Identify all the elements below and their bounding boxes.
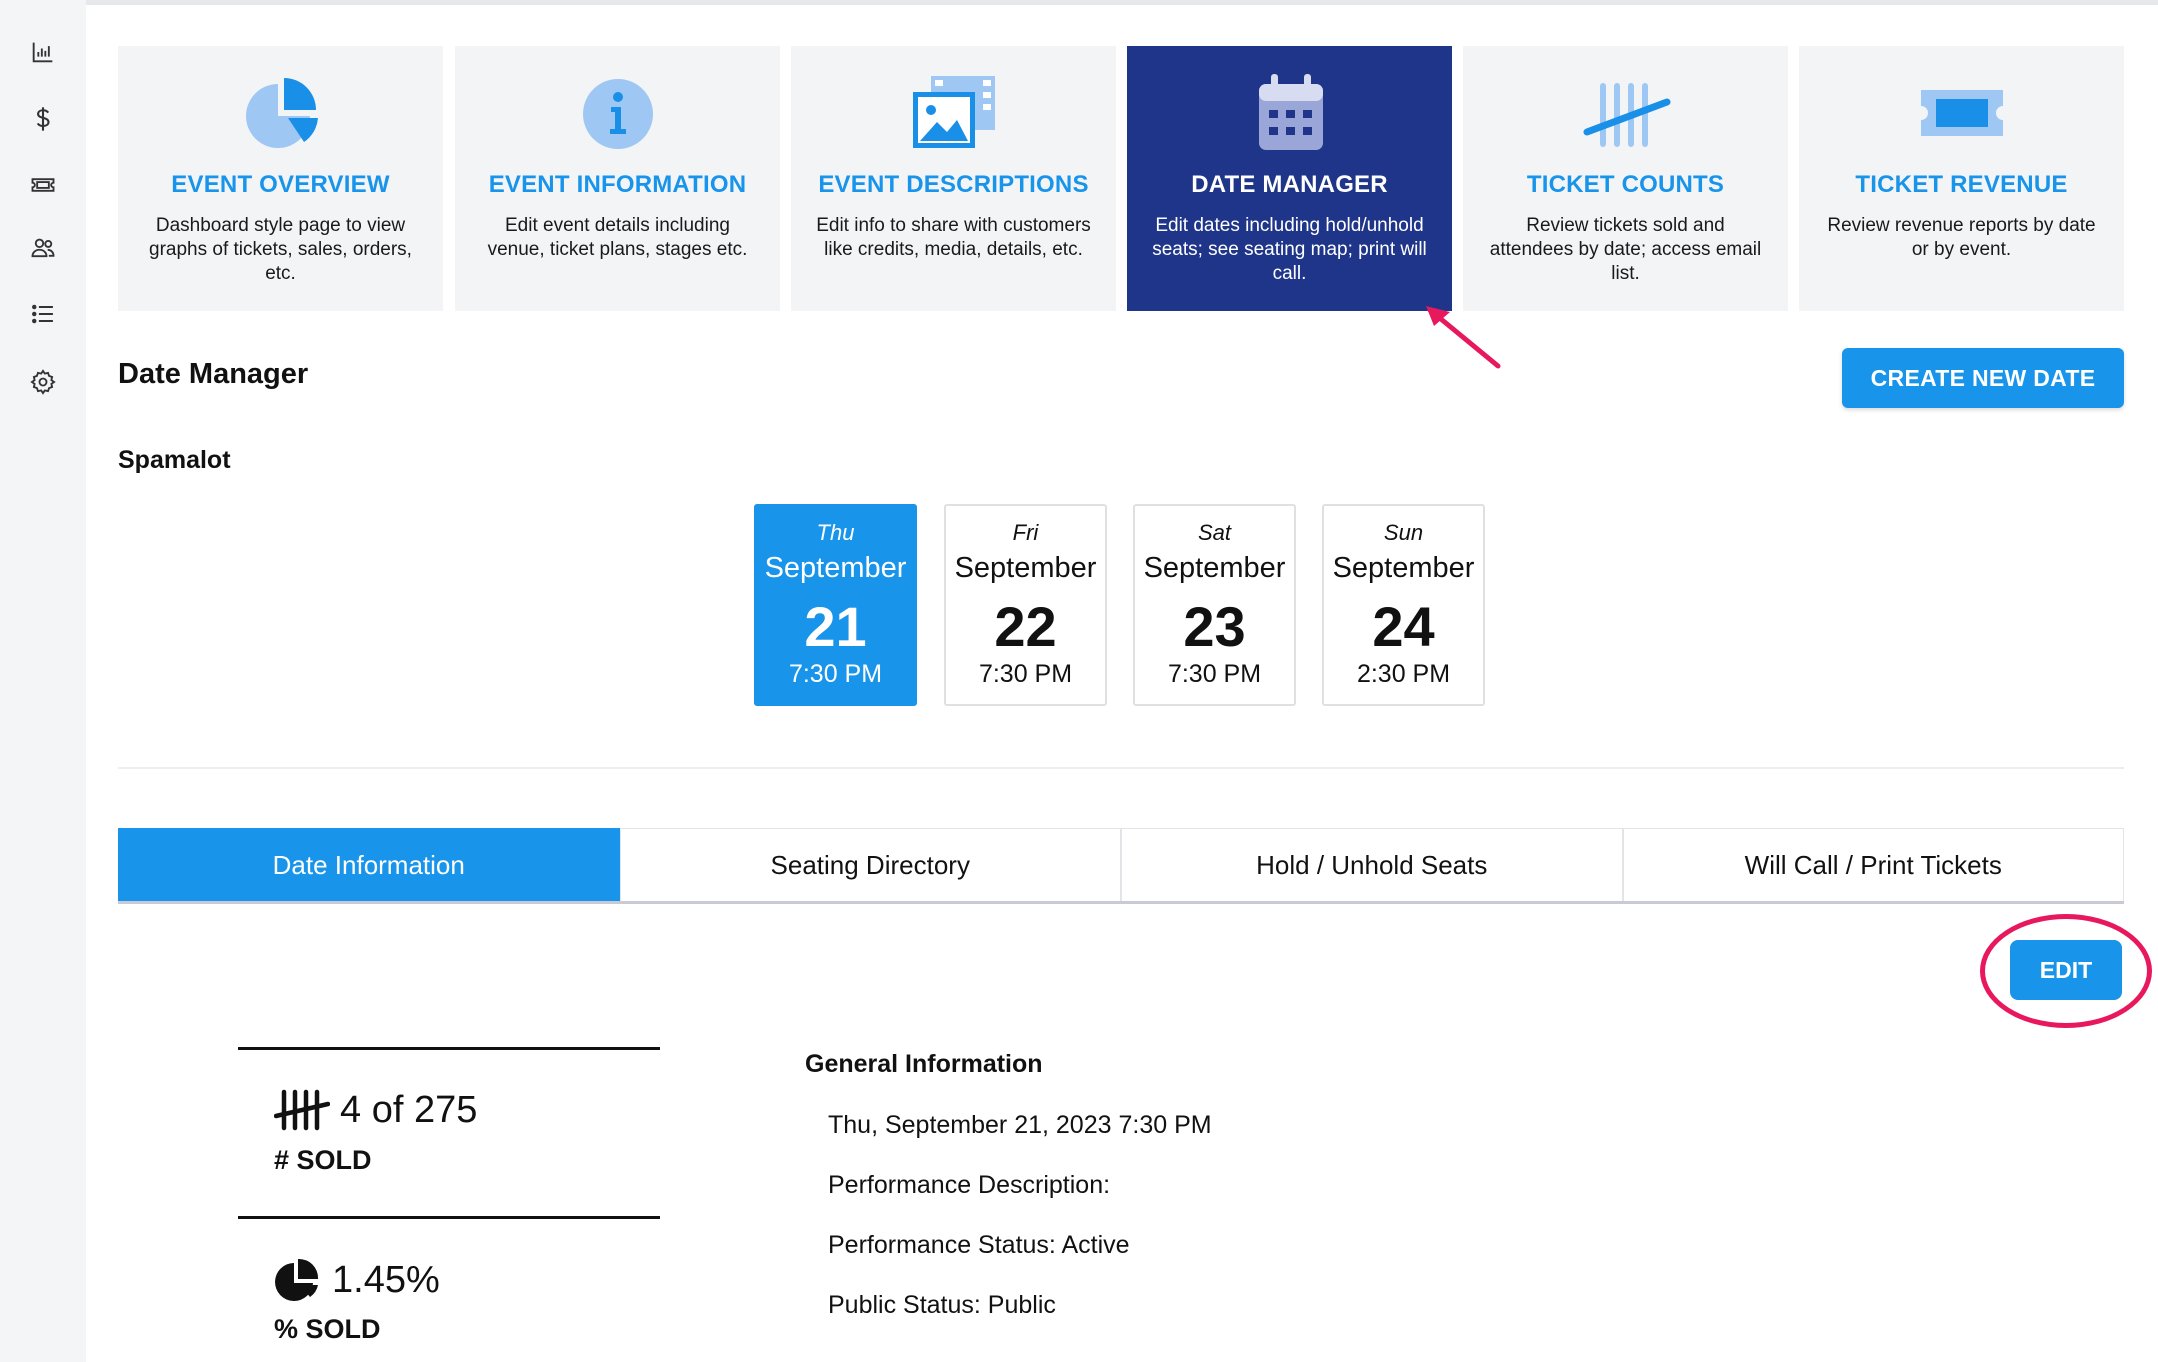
card-description: Edit dates including hold/unhold seats; …: [1152, 215, 1427, 284]
tab-seating-directory[interactable]: Seating Directory: [619, 828, 1121, 901]
list-icon[interactable]: [27, 298, 59, 330]
info-date-line: Thu, September 21, 2023 7:30 PM: [828, 1111, 1212, 1139]
date-tile[interactable]: Fri September 22 7:30 PM: [944, 504, 1107, 706]
pie-chart-icon: [118, 68, 443, 158]
date-weekday: Thu: [816, 520, 855, 545]
card-ticket-revenue[interactable]: TICKET REVENUE Review revenue reports by…: [1799, 46, 2124, 311]
card-description: Review revenue reports by date or by eve…: [1827, 215, 2096, 260]
event-name: Spamalot: [118, 446, 231, 474]
date-tile[interactable]: Sat September 23 7:30 PM: [1133, 504, 1296, 706]
tab-hold-unhold-seats[interactable]: Hold / Unhold Seats: [1121, 828, 1623, 901]
date-weekday: Sun: [1383, 520, 1424, 545]
card-description: Edit event details including venue, tick…: [487, 215, 748, 260]
date-month: September: [954, 552, 1097, 584]
info-description-line: Performance Description:: [828, 1171, 1111, 1199]
card-title: TICKET REVENUE: [1855, 171, 2068, 198]
card-description: Review tickets sold and attendees by dat…: [1489, 215, 1762, 284]
card-event-descriptions[interactable]: EVENT DESCRIPTIONS Edit info to share wi…: [791, 46, 1116, 311]
card-event-overview[interactable]: EVENT OVERVIEW Dashboard style page to v…: [118, 46, 443, 311]
sidebar: [0, 0, 86, 1362]
card-ticket-counts[interactable]: TICKET COUNTS Review tickets sold and at…: [1463, 46, 1788, 311]
card-title: EVENT OVERVIEW: [171, 171, 390, 198]
ticket-icon[interactable]: [27, 169, 59, 201]
stat-divider: [238, 1047, 660, 1050]
gear-icon[interactable]: [27, 366, 59, 398]
date-tile[interactable]: Sun September 24 2:30 PM: [1322, 504, 1485, 706]
general-information-title: General Information: [805, 1050, 1043, 1078]
ticket-icon: [1799, 68, 2124, 158]
media-icon: [791, 68, 1116, 158]
date-time: 2:30 PM: [1356, 660, 1451, 688]
tab-bar: Date Information Seating Directory Hold …: [118, 828, 2124, 904]
bar-chart-icon[interactable]: [27, 36, 59, 68]
date-weekday: Sat: [1197, 520, 1232, 545]
card-date-manager[interactable]: DATE MANAGER Edit dates including hold/u…: [1127, 46, 1452, 311]
date-time: 7:30 PM: [788, 660, 883, 688]
tally-icon: [274, 1089, 330, 1131]
top-border: [86, 0, 2158, 5]
sold-stat: 4 of 275: [274, 1088, 477, 1132]
sold-value: 4 of 275: [340, 1088, 478, 1131]
page-title: Date Manager: [118, 358, 309, 390]
date-time: 7:30 PM: [1167, 660, 1262, 688]
card-title: TICKET COUNTS: [1526, 171, 1725, 198]
percent-stat: 1.45%: [274, 1257, 440, 1303]
date-month: September: [1332, 552, 1475, 584]
tally-icon: [1463, 68, 1788, 158]
date-month: September: [764, 552, 907, 584]
card-description: Dashboard style page to view graphs of t…: [149, 215, 412, 284]
percent-label: % SOLD: [274, 1314, 381, 1344]
create-new-date-button[interactable]: CREATE NEW DATE: [1842, 348, 2124, 408]
section-divider: [118, 767, 2124, 769]
pie-chart-icon: [275, 1258, 319, 1301]
date-month: September: [1143, 552, 1286, 584]
calendar-icon: [1127, 68, 1452, 158]
card-title: EVENT INFORMATION: [488, 171, 747, 198]
info-icon: [455, 68, 780, 158]
date-weekday: Fri: [1012, 520, 1039, 545]
annotation-arrow: [1426, 306, 1501, 369]
date-day: 23: [1183, 595, 1246, 658]
tab-date-information[interactable]: Date Information: [118, 828, 620, 901]
info-status-line: Performance Status: Active: [828, 1231, 1130, 1259]
dollar-icon[interactable]: [27, 103, 59, 135]
date-day: 21: [804, 595, 867, 658]
edit-button[interactable]: EDIT: [2010, 940, 2122, 1000]
card-title: DATE MANAGER: [1191, 171, 1388, 198]
date-tile[interactable]: Thu September 21 7:30 PM: [754, 504, 917, 706]
info-public-status-line: Public Status: Public: [828, 1291, 1056, 1319]
tab-will-call-print-tickets[interactable]: Will Call / Print Tickets: [1622, 828, 2124, 901]
date-day: 24: [1372, 595, 1435, 658]
percent-value: 1.45%: [332, 1258, 440, 1301]
card-description: Edit info to share with customers like c…: [816, 215, 1091, 260]
stat-divider: [238, 1216, 660, 1219]
card-title: EVENT DESCRIPTIONS: [818, 171, 1089, 198]
date-day: 22: [994, 595, 1057, 658]
users-icon[interactable]: [27, 232, 59, 264]
sold-label: # SOLD: [274, 1145, 372, 1175]
card-event-information[interactable]: EVENT INFORMATION Edit event details inc…: [455, 46, 780, 311]
date-time: 7:30 PM: [978, 660, 1073, 688]
